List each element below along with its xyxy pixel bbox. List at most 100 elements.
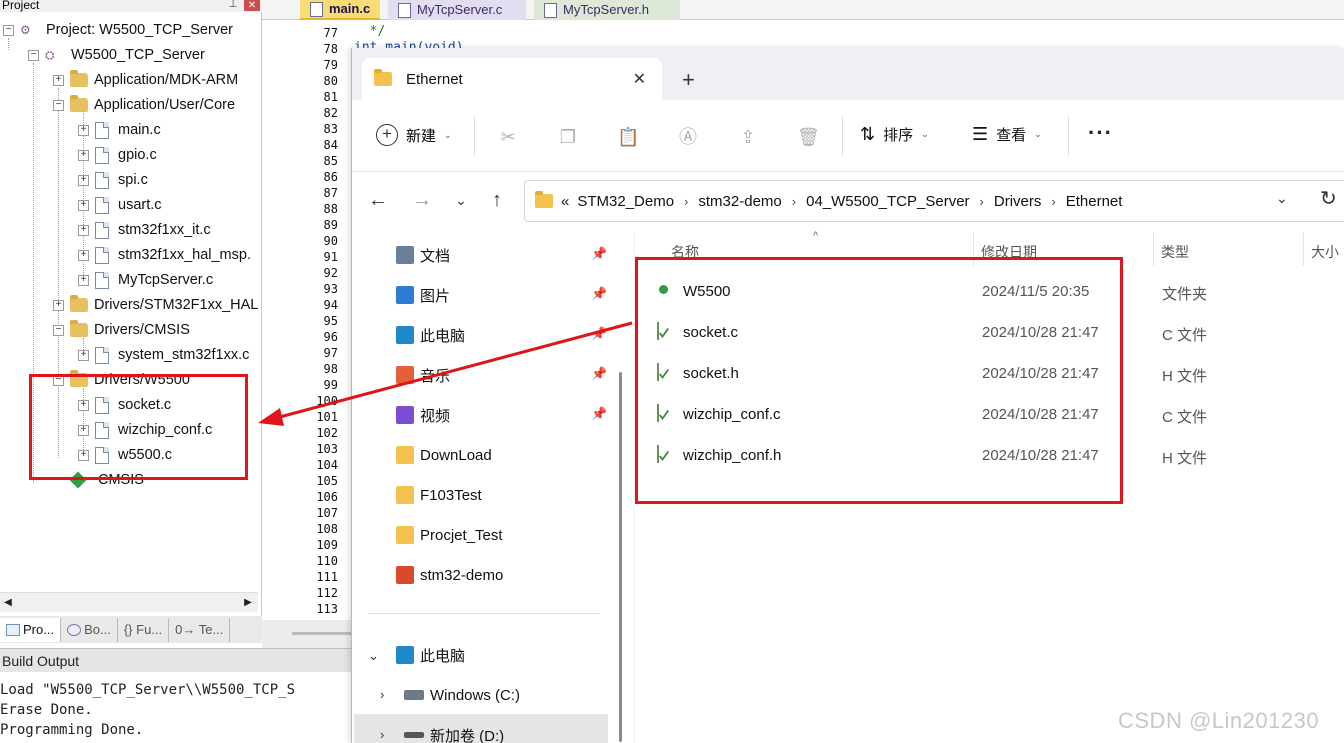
- collapse-icon[interactable]: −: [3, 24, 14, 36]
- pin-icon[interactable]: 📌: [591, 246, 607, 262]
- scroll-left-icon[interactable]: ◀: [0, 595, 16, 611]
- pin-icon[interactable]: 📌: [591, 326, 607, 342]
- chevron-right-icon[interactable]: ›: [380, 687, 384, 702]
- breadcrumb-overflow[interactable]: «: [561, 193, 569, 210]
- chevron-down-icon[interactable]: ⌄: [368, 648, 379, 664]
- tree-group-cmsis[interactable]: − Drivers/CMSIS: [53, 319, 190, 341]
- horizontal-scrollbar[interactable]: ◀ ▶: [0, 592, 258, 612]
- chevron-right-icon[interactable]: ›: [980, 194, 984, 209]
- expand-icon[interactable]: +: [78, 249, 89, 261]
- chevron-right-icon[interactable]: ›: [792, 194, 796, 209]
- tab-label: Pro...: [23, 621, 55, 637]
- expand-icon[interactable]: +: [78, 199, 89, 211]
- more-options-icon[interactable]: ···: [1088, 122, 1113, 144]
- nav-item-quick-access[interactable]: Procjet_Test: [396, 522, 503, 548]
- close-icon[interactable]: ✕: [244, 0, 260, 11]
- recent-locations-icon[interactable]: ⌄: [449, 188, 473, 212]
- back-icon[interactable]: ←: [366, 188, 390, 212]
- collapse-icon[interactable]: −: [53, 324, 64, 336]
- scroll-right-icon[interactable]: ▶: [240, 595, 256, 611]
- tree-item-target[interactable]: − ⛭ W5500_TCP_Server: [28, 44, 205, 66]
- tree-file-it-c[interactable]: + stm32f1xx_it.c: [78, 219, 211, 241]
- delete-icon[interactable]: 🗑: [797, 126, 820, 148]
- nav-item-quick-access[interactable]: 图片: [396, 282, 450, 308]
- nav-item-drive-d[interactable]: 新加卷 (D:): [404, 722, 504, 743]
- nav-item-quick-access[interactable]: F103Test: [396, 482, 482, 508]
- chevron-right-icon[interactable]: ›: [380, 727, 384, 742]
- tree-item-project-root[interactable]: − ⚙ Project: W5500_TCP_Server: [3, 19, 233, 41]
- editor-tab-mytcpserver-c[interactable]: MyTcpServer.c: [388, 0, 526, 20]
- nav-item-quick-access[interactable]: 此电脑: [396, 322, 465, 348]
- forward-icon[interactable]: →: [410, 188, 434, 212]
- tree-file-mytcpserver-c[interactable]: + MyTcpServer.c: [78, 269, 213, 291]
- paste-icon[interactable]: 📋: [617, 126, 639, 148]
- chevron-right-icon[interactable]: ›: [1051, 194, 1055, 209]
- nav-item-quick-access[interactable]: 音乐: [396, 362, 450, 388]
- tree-group-mdk-arm[interactable]: + Application/MDK-ARM: [53, 69, 238, 91]
- column-type[interactable]: 类型: [1161, 242, 1189, 262]
- nav-item-this-pc[interactable]: 此电脑: [396, 642, 465, 668]
- nav-item-quick-access[interactable]: DownLoad: [396, 442, 492, 468]
- nav-item-drive-c[interactable]: Windows (C:): [404, 682, 520, 708]
- explorer-tab-ethernet[interactable]: Ethernet ✕: [362, 58, 662, 100]
- pin-icon[interactable]: 📌: [591, 406, 607, 422]
- up-icon[interactable]: ↑: [485, 188, 509, 212]
- tree-file-hal-msp-c[interactable]: + stm32f1xx_hal_msp.: [78, 244, 251, 266]
- address-bar[interactable]: « STM32_Demo › stm32-demo › 04_W5500_TCP…: [524, 180, 1344, 222]
- breadcrumb-item[interactable]: stm32-demo: [698, 193, 781, 210]
- expand-icon[interactable]: +: [53, 74, 64, 86]
- expand-icon[interactable]: +: [78, 224, 89, 236]
- chevron-right-icon[interactable]: ›: [684, 194, 688, 209]
- expand-icon[interactable]: +: [78, 174, 89, 186]
- tab-books[interactable]: Bo...: [61, 617, 118, 642]
- tab-label: 0→ Te...: [175, 621, 224, 637]
- nav-item-quick-access[interactable]: stm32-demo: [396, 562, 503, 588]
- folder-icon: [374, 69, 392, 86]
- expand-icon[interactable]: +: [53, 299, 64, 311]
- breadcrumb-item[interactable]: Drivers: [994, 193, 1042, 210]
- rename-icon[interactable]: Ⓐ: [677, 126, 699, 148]
- breadcrumb-item[interactable]: STM32_Demo: [577, 193, 674, 210]
- tree-group-user-core[interactable]: − Application/User/Core: [53, 94, 235, 116]
- tree-file-spi-c[interactable]: + spi.c: [78, 169, 148, 191]
- pin-icon[interactable]: 📌: [591, 366, 607, 382]
- nav-item-quick-access[interactable]: 文档: [396, 242, 450, 268]
- sort-button[interactable]: ⇅ 排序 ⌄: [860, 124, 929, 145]
- tab-functions[interactable]: {} Fu...: [118, 617, 170, 642]
- column-size[interactable]: 大小: [1311, 242, 1339, 262]
- copy-icon[interactable]: ❐: [557, 126, 579, 148]
- tree-file-main-c[interactable]: + main.c: [78, 119, 161, 141]
- nav-item-quick-access[interactable]: 视频: [396, 402, 450, 428]
- tree-group-stm32-hal[interactable]: + Drivers/STM32F1xx_HAL: [53, 294, 258, 316]
- nav-item-label: 音乐: [420, 367, 451, 385]
- collapse-icon[interactable]: −: [28, 49, 39, 61]
- refresh-icon[interactable]: ↻: [1320, 186, 1337, 211]
- share-icon[interactable]: ⇪: [737, 126, 759, 148]
- collapse-icon[interactable]: −: [53, 99, 64, 111]
- line-number: 101: [316, 410, 338, 424]
- editor-hscroll[interactable]: [262, 620, 352, 648]
- tree-file-system-c[interactable]: + system_stm32f1xx.c: [78, 344, 249, 366]
- breadcrumb-item[interactable]: 04_W5500_TCP_Server: [806, 193, 969, 210]
- tree-file-usart-c[interactable]: + usart.c: [78, 194, 162, 216]
- expand-icon[interactable]: +: [78, 149, 89, 161]
- expand-icon[interactable]: +: [78, 349, 89, 361]
- nav-pane-scrollbar[interactable]: [618, 232, 623, 743]
- build-output-panel: Load "W5500_TCP_Server\\W5500_TCP_S Eras…: [0, 672, 352, 743]
- editor-tab-mytcpserver-h[interactable]: MyTcpServer.h: [534, 0, 680, 20]
- view-button[interactable]: ☰ 查看 ⌄: [972, 124, 1042, 145]
- expand-icon[interactable]: +: [78, 124, 89, 136]
- pin-icon[interactable]: 📌: [591, 286, 607, 302]
- pin-icon[interactable]: ⊥: [226, 0, 240, 11]
- cut-icon[interactable]: ✂: [497, 126, 519, 148]
- tab-templates[interactable]: 0→ Te...: [169, 617, 231, 642]
- tree-file-gpio-c[interactable]: + gpio.c: [78, 144, 157, 166]
- tab-project[interactable]: Pro...: [0, 617, 62, 642]
- breadcrumb-item[interactable]: Ethernet: [1066, 193, 1123, 210]
- close-tab-icon[interactable]: ✕: [633, 69, 646, 89]
- expand-icon[interactable]: +: [78, 274, 89, 286]
- new-button[interactable]: + 新建 ⌄: [376, 124, 452, 146]
- address-dropdown-icon[interactable]: ⌄: [1276, 190, 1288, 207]
- editor-tab-main-c[interactable]: main.c: [300, 0, 380, 20]
- new-tab-icon[interactable]: +: [682, 69, 695, 91]
